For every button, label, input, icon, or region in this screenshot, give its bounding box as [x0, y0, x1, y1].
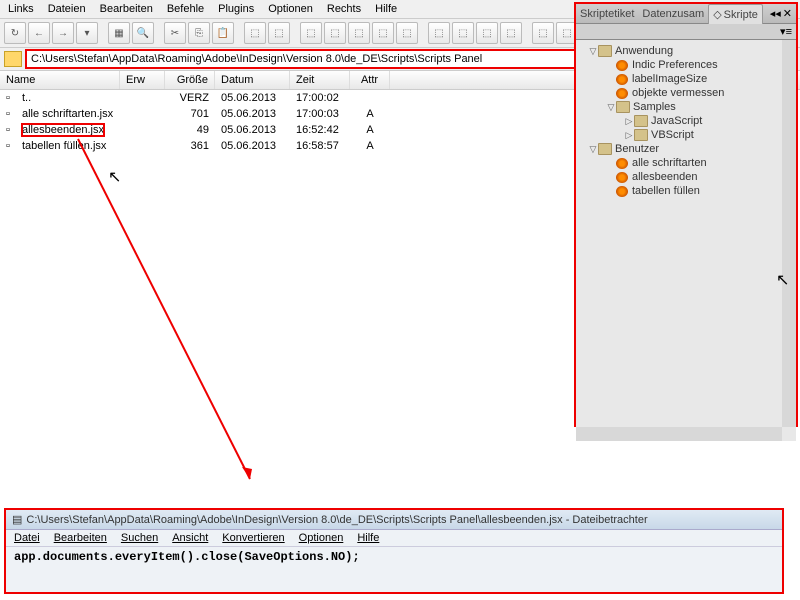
viewer-menu-konvertieren[interactable]: Konvertieren	[222, 532, 284, 544]
viewer-menu-hilfe[interactable]: Hilfe	[357, 532, 379, 544]
scripts-tree: ▽AnwendungIndic Preferences labelImageSiz…	[576, 40, 796, 441]
script-icon	[616, 172, 628, 183]
panel-close-icon[interactable]: ✕	[783, 7, 792, 20]
scripts-panel-tabs: Skriptetiket Datenzusam ◇Skripte ◂◂ ✕	[576, 4, 796, 24]
viewer-menu-optionen[interactable]: Optionen	[299, 532, 344, 544]
file-icon: ▫	[6, 92, 20, 104]
copy-icon[interactable]: ⎘	[188, 22, 210, 44]
paste-icon[interactable]: 📋	[212, 22, 234, 44]
tree-item[interactable]: ▽Anwendung	[578, 44, 794, 58]
menu-plugins[interactable]: Plugins	[218, 3, 254, 15]
tree-label: tabellen füllen	[632, 185, 700, 197]
tool7-icon[interactable]: ⬚	[396, 22, 418, 44]
viewer-menu-suchen[interactable]: Suchen	[121, 532, 158, 544]
menu-links[interactable]: Links	[8, 3, 34, 15]
folder-icon	[598, 45, 612, 57]
tree-item[interactable]: objekte vermessen	[578, 86, 794, 100]
tool11-icon[interactable]: ⬚	[500, 22, 522, 44]
file-icon: ▫	[6, 124, 20, 136]
file-icon: ▫	[6, 108, 20, 120]
tree-item[interactable]: Indic Preferences	[578, 58, 794, 72]
tree-item[interactable]: ▽Samples	[578, 100, 794, 114]
tree-label: objekte vermessen	[632, 87, 724, 99]
panel-menu-icon[interactable]: ▾≡	[780, 25, 792, 38]
document-icon: ▤	[12, 513, 22, 526]
col-size[interactable]: Größe	[165, 71, 215, 89]
col-time[interactable]: Zeit	[290, 71, 350, 89]
tree-item[interactable]: allesbeenden	[578, 170, 794, 184]
tool6-icon[interactable]: ⬚	[372, 22, 394, 44]
menu-bearbeiten[interactable]: Bearbeiten	[100, 3, 153, 15]
viewer-menubar: Datei Bearbeiten Suchen Ansicht Konverti…	[6, 530, 782, 547]
viewer-menu-bearbeiten[interactable]: Bearbeiten	[54, 532, 107, 544]
folder-icon	[634, 129, 648, 141]
tool8-icon[interactable]: ⬚	[428, 22, 450, 44]
menu-dateien[interactable]: Dateien	[48, 3, 86, 15]
viewer-menu-ansicht[interactable]: Ansicht	[172, 532, 208, 544]
col-erw[interactable]: Erw	[120, 71, 165, 89]
menu-befehle[interactable]: Befehle	[167, 3, 204, 15]
grid-icon[interactable]: ▦	[108, 22, 130, 44]
file-icon: ▫	[6, 140, 20, 152]
folder-icon	[616, 101, 630, 113]
script-icon	[616, 60, 628, 71]
col-date[interactable]: Datum	[215, 71, 290, 89]
viewer-titlebar: ▤ C:\Users\Stefan\AppData\Roaming\Adobe\…	[6, 510, 782, 530]
tree-label: alle schriftarten	[632, 157, 707, 169]
script-icon	[616, 186, 628, 197]
tree-label: Samples	[633, 101, 676, 113]
tab-datenzusam[interactable]: Datenzusam	[638, 5, 708, 23]
dropdown-icon[interactable]: ▾	[76, 22, 98, 44]
refresh-icon[interactable]: ↻	[4, 22, 26, 44]
forward-icon[interactable]: →	[52, 22, 74, 44]
viewer-code-content: app.documents.everyItem().close(SaveOpti…	[6, 547, 782, 567]
tree-item[interactable]: labelImageSize	[578, 72, 794, 86]
panel-collapse-icon[interactable]: ◂◂	[770, 7, 781, 20]
tool12-icon[interactable]: ⬚	[532, 22, 554, 44]
tool4-icon[interactable]: ⬚	[324, 22, 346, 44]
menu-optionen[interactable]: Optionen	[268, 3, 313, 15]
tree-label: allesbeenden	[632, 171, 697, 183]
scripts-panel: Skriptetiket Datenzusam ◇Skripte ◂◂ ✕ ▾≡…	[574, 2, 798, 427]
file-viewer: ▤ C:\Users\Stefan\AppData\Roaming\Adobe\…	[4, 508, 784, 594]
tree-label: JavaScript	[651, 115, 702, 127]
script-icon	[616, 158, 628, 169]
tool9-icon[interactable]: ⬚	[452, 22, 474, 44]
tool10-icon[interactable]: ⬚	[476, 22, 498, 44]
tool3-icon[interactable]: ⬚	[300, 22, 322, 44]
tree-item[interactable]: alle schriftarten	[578, 156, 794, 170]
col-attr[interactable]: Attr	[350, 71, 390, 89]
tree-label: Anwendung	[615, 45, 673, 57]
cursor-icon	[776, 270, 788, 286]
script-icon	[616, 88, 628, 99]
viewer-menu-datei[interactable]: Datei	[14, 532, 40, 544]
cut-icon[interactable]: ✂	[164, 22, 186, 44]
drive-icon[interactable]	[4, 51, 22, 67]
tab-skripte[interactable]: ◇Skripte	[708, 4, 763, 24]
col-name[interactable]: Name	[0, 71, 120, 89]
tree-item[interactable]: ▷JavaScript	[578, 114, 794, 128]
back-icon[interactable]: ←	[28, 22, 50, 44]
tree-item[interactable]: ▷VBScript	[578, 128, 794, 142]
tree-label: labelImageSize	[632, 73, 707, 85]
scrollbar-horizontal[interactable]	[576, 427, 782, 441]
tree-item[interactable]: tabellen füllen	[578, 184, 794, 198]
scrollbar-vertical[interactable]	[782, 40, 796, 427]
folder-icon	[634, 115, 648, 127]
tree-item[interactable]: ▽Benutzer	[578, 142, 794, 156]
tree-label: Benutzer	[615, 143, 659, 155]
tab-skriptetikett[interactable]: Skriptetiket	[576, 5, 638, 23]
tool2-icon[interactable]: ⬚	[268, 22, 290, 44]
search-icon[interactable]: 🔍	[132, 22, 154, 44]
tree-label: Indic Preferences	[632, 59, 718, 71]
folder-icon	[598, 143, 612, 155]
menu-rechts[interactable]: Rechts	[327, 3, 361, 15]
tree-label: VBScript	[651, 129, 694, 141]
cursor-icon	[108, 167, 120, 183]
tool5-icon[interactable]: ⬚	[348, 22, 370, 44]
tool1-icon[interactable]: ⬚	[244, 22, 266, 44]
menu-hilfe[interactable]: Hilfe	[375, 3, 397, 15]
script-icon	[616, 74, 628, 85]
